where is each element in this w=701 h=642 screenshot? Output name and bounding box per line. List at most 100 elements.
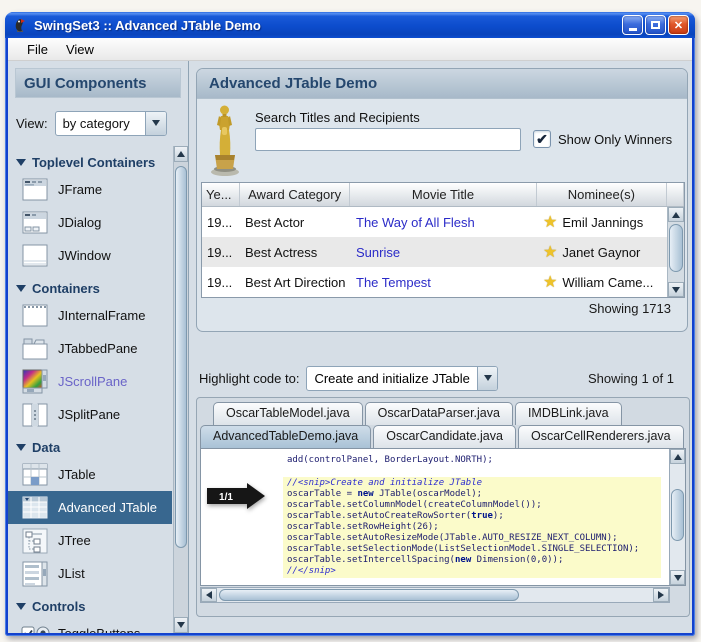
winner-star-icon: ★ (543, 272, 557, 292)
view-combobox[interactable]: by category (55, 111, 167, 136)
sidebar-item-jtree[interactable]: JTree (8, 524, 172, 557)
column-header-1[interactable]: Ye... (202, 183, 240, 206)
tree-section-containers[interactable]: Containers (8, 277, 172, 299)
highlight-code-combobox[interactable]: Create and initialize JTable (306, 366, 498, 391)
tree-item-label: JTabbedPane (58, 341, 138, 356)
scroll-up-button[interactable] (668, 207, 684, 222)
sidebar-item-jdialog[interactable]: JDialog (8, 206, 172, 239)
close-button-icon[interactable]: ✕ (668, 15, 689, 35)
column-header-2[interactable]: Award Category (240, 183, 351, 206)
tree-item-label: Advanced JTable (58, 500, 157, 515)
movie-link[interactable]: The Tempest (351, 267, 538, 297)
sidebar-item-jsplitpane[interactable]: JSplitPane (8, 398, 172, 431)
table-scrollbar[interactable] (667, 207, 684, 297)
sidebar-item-advanced-jtable[interactable]: Advanced JTable (8, 491, 172, 524)
nominee-cell: ★ William Came... (538, 267, 669, 297)
code-tab-oscarcellrenderers-java[interactable]: OscarCellRenderers.java (518, 425, 684, 448)
tree-item-label: JWindow (58, 248, 111, 263)
column-header-4[interactable]: Nominee(s) (537, 183, 667, 206)
code-tab-oscartablemodel-java[interactable]: OscarTableModel.java (213, 402, 363, 425)
tree-section-data[interactable]: Data (8, 436, 172, 458)
table-row[interactable]: 19...Best ActorThe Way of All Flesh★Emil… (202, 207, 684, 237)
code-line: oscarTable = new JTable(oscarModel); (287, 489, 661, 500)
scroll-right-button[interactable] (653, 588, 669, 602)
jlist-icon (21, 561, 49, 587)
scrollbar-thumb[interactable] (175, 166, 187, 548)
demo-title: Advanced JTable Demo (197, 69, 687, 99)
sidebar-item-jlist[interactable]: JList (8, 557, 172, 590)
content-area: GUI Components View: by category Topleve… (8, 61, 692, 633)
scrollbar-thumb[interactable] (219, 589, 519, 601)
title-bar[interactable]: SwingSet3 :: Advanced JTable Demo ✕ (5, 12, 695, 38)
scrollbar-thumb[interactable] (669, 224, 683, 272)
jtabbedpane-icon (21, 336, 49, 362)
chevron-down-icon (484, 375, 492, 381)
nominee-name: William Came... (562, 275, 653, 290)
arrow-down-icon (674, 575, 682, 581)
tree-section-label: Controls (32, 599, 85, 614)
code-line: oscarTable.setRowHeight(26); (287, 522, 661, 533)
movie-link[interactable]: Sunrise (351, 237, 538, 267)
code-vertical-scrollbar[interactable] (669, 449, 685, 585)
sidebar-item-togglebuttons[interactable]: ToggleButtons (8, 617, 172, 633)
code-line: //<snip>Create and initialize JTable (287, 478, 661, 489)
arrow-up-icon (177, 151, 185, 157)
sidebar-item-jwindow[interactable]: JWindow (8, 239, 172, 272)
scroll-down-button[interactable] (668, 282, 684, 297)
scroll-up-button[interactable] (670, 449, 685, 464)
snippet-count: Showing 1 of 1 (588, 371, 686, 386)
scroll-down-button[interactable] (670, 570, 685, 585)
minimize-button-icon[interactable] (622, 15, 643, 35)
code-editor[interactable]: add(controlPanel, BorderLayout.NORTH); //… (200, 448, 686, 586)
tree-item-label: JTree (58, 533, 91, 548)
arrow-down-icon (672, 287, 680, 293)
highlight-code-label: Highlight code to: (199, 371, 299, 386)
code-tab-oscardataparser-java[interactable]: OscarDataParser.java (365, 402, 513, 425)
view-combobox-button[interactable] (145, 112, 166, 135)
scroll-down-button[interactable] (174, 617, 188, 633)
sidebar: GUI Components View: by category Topleve… (8, 61, 189, 633)
show-only-winners-checkbox[interactable]: ✔ (533, 130, 551, 148)
tree-item-label: JTable (58, 467, 96, 482)
scroll-up-button[interactable] (174, 146, 188, 162)
code-tab-imdblink-java[interactable]: IMDBLink.java (515, 402, 622, 425)
tree-section-label: Containers (32, 281, 100, 296)
column-header-filler (667, 183, 684, 206)
jinternalframe-icon (21, 303, 49, 329)
code-horizontal-scrollbar[interactable] (200, 587, 670, 603)
sidebar-item-jtabbedpane[interactable]: JTabbedPane (8, 332, 172, 365)
arrow-up-icon (672, 212, 680, 218)
sidebar-scrollbar[interactable] (173, 146, 188, 633)
search-input[interactable] (255, 128, 521, 151)
code-line: add(controlPanel, BorderLayout.NORTH); (201, 449, 669, 466)
code-line: oscarTable.setColumnModel(createColumnMo… (287, 500, 661, 511)
collapse-triangle-icon (16, 444, 26, 451)
scrollbar-thumb[interactable] (671, 489, 684, 541)
sidebar-item-jtable[interactable]: JTable (8, 458, 172, 491)
movie-link[interactable]: The Way of All Flesh (351, 207, 538, 237)
table-row[interactable]: 19...Best ActressSunrise★Janet Gaynor (202, 237, 684, 267)
collapse-triangle-icon (16, 159, 26, 166)
jframe-icon (21, 177, 49, 203)
menu-view[interactable]: View (57, 40, 103, 59)
code-line: oscarTable.setAutoCreateRowSorter(true); (287, 511, 661, 522)
tree-section-controls[interactable]: Controls (8, 595, 172, 617)
sidebar-item-jframe[interactable]: JFrame (8, 173, 172, 206)
chevron-down-icon (152, 120, 160, 126)
code-tab-oscarcandidate-java[interactable]: OscarCandidate.java (373, 425, 516, 448)
tree-section-toplevel-containers[interactable]: Toplevel Containers (8, 151, 172, 173)
table-row[interactable]: 19...Best Art DirectionThe Tempest★Willi… (202, 267, 684, 297)
code-tab-advancedtabledemo-java[interactable]: AdvancedTableDemo.java (200, 425, 371, 448)
sidebar-item-jinternalframe[interactable]: JInternalFrame (8, 299, 172, 332)
scroll-left-button[interactable] (201, 588, 217, 602)
code-tabs-bottom: AdvancedTableDemo.javaOscarCandidate.jav… (200, 425, 686, 448)
sidebar-item-jscrollpane[interactable]: JScrollPane (8, 365, 172, 398)
menu-file[interactable]: File (18, 40, 57, 59)
maximize-button-icon[interactable] (645, 15, 666, 35)
column-header-3[interactable]: Movie Title (350, 183, 536, 206)
oscar-statuette-icon (208, 102, 242, 176)
table-header-row: Ye...Award CategoryMovie TitleNominee(s) (202, 183, 684, 207)
highlight-combobox-button[interactable] (477, 367, 498, 390)
tree-section-label: Data (32, 440, 60, 455)
code-line: //</snip> (287, 566, 661, 577)
